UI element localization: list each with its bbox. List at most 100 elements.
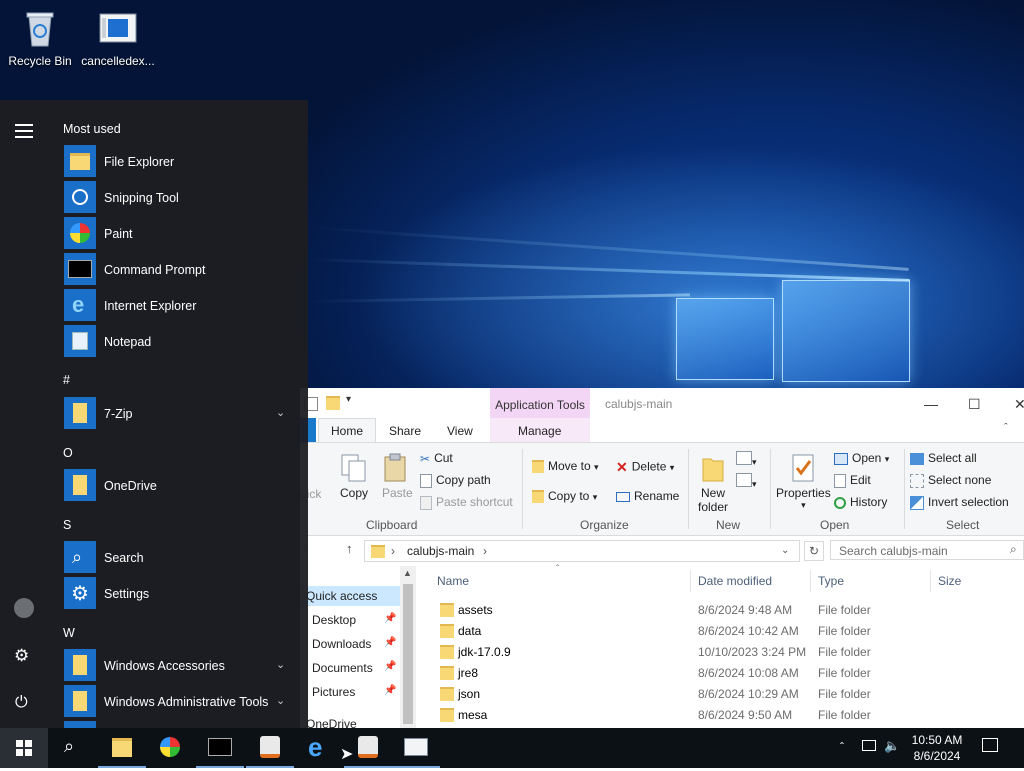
file-row[interactable]: jre8 8/6/2024 10:08 AM File folder [420,663,1024,684]
file-row[interactable]: data 8/6/2024 10:42 AM File folder [420,621,1024,642]
action-center-icon[interactable] [982,738,998,752]
scroll-up-arrow-icon[interactable]: ▲ [403,568,412,578]
start-item-settings[interactable]: Settings [104,587,149,601]
chevron-down-icon: ▾ [592,492,598,502]
nav-documents[interactable]: Documents [312,661,373,675]
start-item-windows-administrative-tools[interactable]: Windows Administrative Tools [104,695,268,709]
tab-view[interactable]: View [447,424,473,438]
file-row[interactable]: mesa 8/6/2024 9:50 AM File folder [420,705,1024,726]
chevron-down-icon[interactable]: ⌄ [276,658,285,671]
move-to-button[interactable]: Move to ▾ [532,459,599,474]
search-input[interactable]: Search calubjs-main [830,540,1024,560]
easy-access-button[interactable]: ▾ [736,473,757,490]
settings-gear-icon[interactable]: ⚙ [14,646,29,666]
select-all-button[interactable]: Select all [910,451,977,465]
start-item-command-prompt[interactable]: Command Prompt [104,263,205,277]
new-item-button[interactable]: ▾ [736,451,757,468]
column-header-date[interactable]: Date modified [698,574,772,588]
select-none-button[interactable]: Select none [910,473,991,488]
section-header-s[interactable]: S [63,518,71,532]
network-icon[interactable] [862,740,876,751]
select-all-label: Select all [928,451,977,465]
history-button[interactable]: History [834,495,887,509]
start-item-7zip[interactable]: 7-Zip [104,407,132,421]
command-prompt-icon [208,738,232,756]
file-row[interactable]: jdk-17.0.9 10/10/2023 3:24 PM File folder [420,642,1024,663]
taskbar-document-app[interactable] [392,728,440,768]
properties-icon [792,454,814,482]
chevron-down-icon[interactable]: ⌄ [276,694,285,707]
copy-path-button[interactable]: Copy path [420,473,491,488]
start-item-notepad[interactable]: Notepad [104,335,151,349]
open-label: Open [852,451,882,465]
file-row[interactable]: json 8/6/2024 10:29 AM File folder [420,684,1024,705]
open-button[interactable]: Open ▾ [834,451,889,465]
start-item-paint[interactable]: Paint [104,227,133,241]
section-header-w[interactable]: W [63,626,75,640]
nav-scrollbar[interactable]: ▲ [400,566,416,728]
nav-desktop[interactable]: Desktop [312,613,356,627]
start-item-windows-accessories[interactable]: Windows Accessories [104,659,225,673]
close-button[interactable]: ✕ [1014,396,1024,413]
nav-downloads[interactable]: Downloads [312,637,371,651]
taskbar-clock[interactable]: 10:50 AM 8/6/2024 [902,732,972,764]
refresh-icon[interactable]: ↻ [804,541,824,561]
start-item-file-explorer[interactable]: File Explorer [104,155,174,169]
maximize-button[interactable]: ☐ [968,396,981,413]
paste-button[interactable]: Paste [382,453,413,500]
folder-icon [440,624,454,638]
volume-muted-icon[interactable]: 🔈 [884,738,900,754]
taskbar-paint[interactable] [146,728,194,768]
hamburger-menu-icon[interactable] [15,124,33,138]
start-button[interactable] [0,728,48,768]
user-avatar-icon[interactable] [14,598,34,618]
tab-home[interactable]: Home [318,418,377,443]
up-arrow-icon[interactable]: ↑ [346,541,353,556]
collapse-ribbon-icon[interactable]: ˆ [1004,422,1008,434]
cut-button[interactable]: ✂ Cut [420,451,453,466]
show-hidden-icons-chevron-icon[interactable]: ˆ [840,740,844,754]
desktop-icon-cancelledex[interactable]: cancelledex... [78,8,158,68]
power-icon[interactable]: ⏻ [15,694,28,712]
new-folder-button[interactable]: New folder [698,453,728,514]
copy-button[interactable]: Copy [340,453,368,500]
minimize-button[interactable]: — [924,396,938,412]
new-folder-label-line2: folder [698,500,729,514]
scrollbar-thumb[interactable] [403,584,413,724]
copy-to-button[interactable]: Copy to ▾ [532,489,598,504]
start-item-internet-explorer[interactable]: Internet Explorer [104,299,196,313]
delete-button[interactable]: ✕ Delete ▾ [616,459,674,476]
start-item-search[interactable]: Search [104,551,144,565]
chevron-down-icon[interactable]: ▾ [346,394,351,405]
file-row[interactable]: assets 8/6/2024 9:48 AM File folder [420,600,1024,621]
invert-selection-button[interactable]: Invert selection [910,495,1009,510]
tab-manage[interactable]: Manage [518,424,561,438]
nav-quick-access[interactable]: Quick access [306,589,377,603]
pin-icon: 📌 [384,637,397,648]
address-bar[interactable]: › calubjs-main › ⌄ [364,540,800,562]
settings-gear-icon: ⚙ [64,577,96,609]
taskbar-java-app[interactable] [246,728,294,768]
start-item-onedrive[interactable]: OneDrive [104,479,157,493]
taskbar-search-button[interactable]: ⌕ [48,728,96,768]
delete-x-icon: ✕ [616,459,628,475]
column-header-size[interactable]: Size [938,574,961,588]
address-dropdown-icon[interactable]: ⌄ [781,541,789,561]
start-item-snipping-tool[interactable]: Snipping Tool [104,191,179,205]
taskbar-internet-explorer[interactable]: e [294,728,342,768]
taskbar-file-explorer[interactable] [98,728,146,768]
nav-pictures[interactable]: Pictures [312,685,355,699]
section-header-o[interactable]: O [63,446,73,460]
tab-share[interactable]: Share [389,424,421,438]
rename-button[interactable]: Rename [616,489,679,503]
taskbar-command-prompt[interactable] [196,728,244,768]
properties-button[interactable]: Properties ▾ [776,453,831,511]
chevron-down-icon[interactable]: ⌄ [276,406,285,419]
column-header-type[interactable]: Type [818,574,844,588]
breadcrumb-path[interactable]: calubjs-main [407,541,474,561]
column-header-name[interactable]: Name [437,574,469,588]
edit-button[interactable]: Edit [834,473,871,488]
paste-shortcut-button[interactable]: Paste shortcut [420,495,513,510]
desktop-icon-recycle-bin[interactable]: Recycle Bin [0,8,80,68]
section-header-hash[interactable]: # [63,373,70,387]
